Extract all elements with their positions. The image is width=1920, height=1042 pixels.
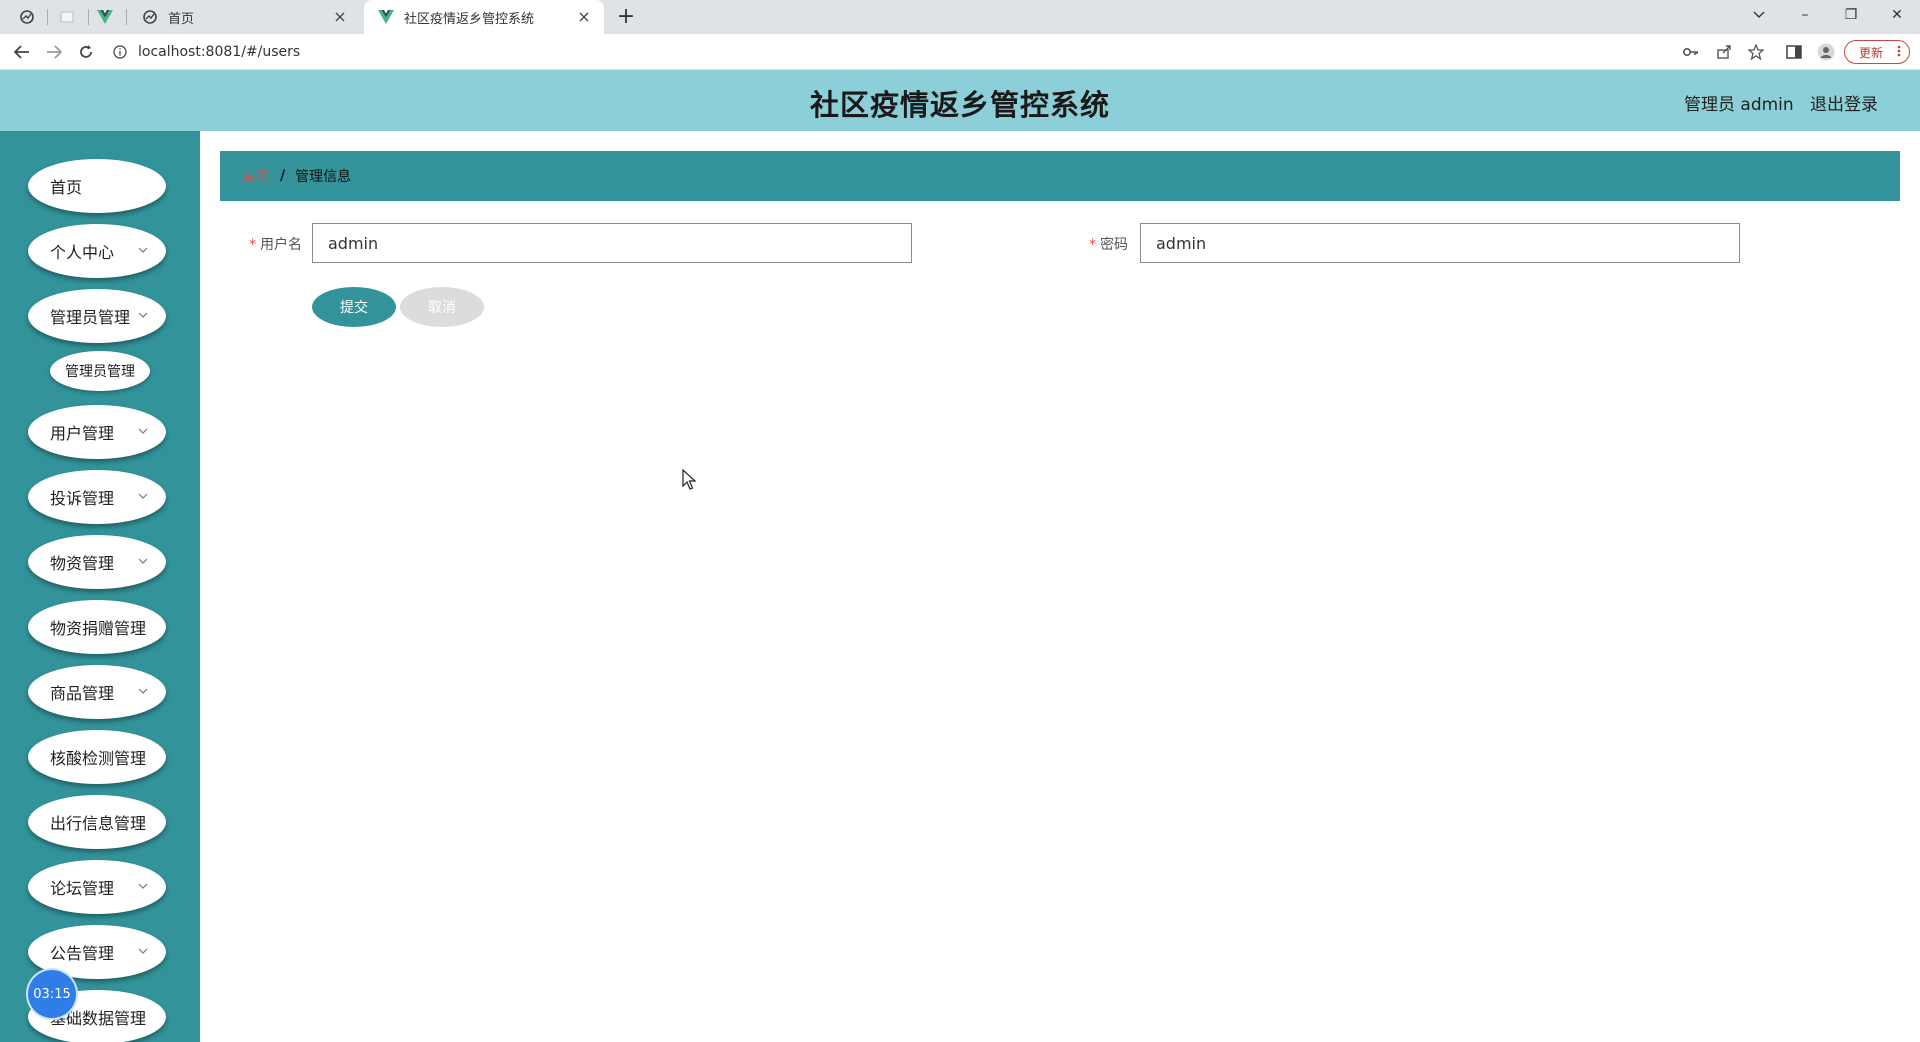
chevron-down-icon xyxy=(136,554,150,568)
sidebar-item-nucleic-test-management[interactable]: 核酸检测管理 xyxy=(28,730,166,784)
chevron-down-icon xyxy=(136,243,150,257)
mouse-cursor-icon xyxy=(682,469,697,490)
tab-divider xyxy=(88,9,89,25)
sidebar-item-supplies-management[interactable]: 物资管理 xyxy=(28,535,166,589)
browser-toolbar: localhost:8081/#/users 更新 xyxy=(0,34,1920,70)
vue-icon xyxy=(378,9,394,25)
sidebar-item-personal-center[interactable]: 个人中心 xyxy=(28,224,166,278)
sidebar-item-label: 物资管理 xyxy=(50,554,115,573)
key-icon[interactable] xyxy=(1680,42,1702,62)
tab-search-chevron-icon[interactable] xyxy=(1736,0,1782,30)
back-arrow-icon[interactable] xyxy=(8,39,36,65)
logout-link[interactable]: 退出登录 xyxy=(1810,90,1878,115)
tab-divider xyxy=(47,9,48,25)
sidebar-item-travel-info-management[interactable]: 出行信息管理 xyxy=(28,795,166,849)
breadcrumb-separator: / xyxy=(280,168,286,184)
tab-divider xyxy=(126,9,127,25)
required-marker: * xyxy=(1089,237,1096,253)
chevron-down-icon xyxy=(136,489,150,503)
close-tab-icon[interactable]: × xyxy=(576,9,592,25)
reload-icon[interactable] xyxy=(72,39,100,65)
side-panel-icon[interactable] xyxy=(1783,42,1805,62)
profile-avatar-icon[interactable] xyxy=(1815,42,1837,62)
sidebar-item-label: 商品管理 xyxy=(50,684,115,703)
site-info-icon[interactable] xyxy=(110,42,130,62)
password-value: admin xyxy=(1156,233,1207,253)
sidebar-item-label: 核酸检测管理 xyxy=(50,749,147,768)
new-tab-button[interactable]: + xyxy=(612,4,640,30)
share-icon[interactable] xyxy=(1713,42,1735,62)
sidebar-item-donation-management[interactable]: 物资捐赠管理 xyxy=(28,600,166,654)
timer-badge: 03:15 xyxy=(28,970,76,1018)
more-menu-icon xyxy=(1897,45,1901,60)
url-text: localhost:8081/#/users xyxy=(138,44,301,60)
sidebar-item-label: 物资捐赠管理 xyxy=(50,619,147,638)
sidebar-item-label: 公告管理 xyxy=(50,944,115,963)
breadcrumb: 首页 / 管理信息 xyxy=(220,151,1900,201)
chevron-down-icon xyxy=(136,684,150,698)
tab-app[interactable]: 社区疫情返乡管控系统 × xyxy=(364,0,604,34)
chevron-down-icon xyxy=(136,944,150,958)
tab-title: 社区疫情返乡管控系统 xyxy=(404,11,535,27)
sidebar-item-home[interactable]: 首页 xyxy=(28,159,166,213)
sidebar-item-complaint-management[interactable]: 投诉管理 xyxy=(28,470,166,524)
globe-icon xyxy=(142,9,158,25)
sidebar-item-goods-management[interactable]: 商品管理 xyxy=(28,665,166,719)
update-label: 更新 xyxy=(1859,45,1884,60)
breadcrumb-current: 管理信息 xyxy=(295,169,352,185)
sidebar-item-admin-management[interactable]: 管理员管理 xyxy=(28,289,166,343)
app-title: 社区疫情返乡管控系统 xyxy=(809,88,1110,122)
admin-user-label: 管理员 admin xyxy=(1684,95,1794,115)
restore-button[interactable]: ❐ xyxy=(1828,0,1874,30)
cancel-button[interactable]: 取消 xyxy=(400,287,484,327)
forward-arrow-icon[interactable] xyxy=(40,39,68,65)
pinned-tab-vue-icon[interactable] xyxy=(92,6,118,28)
minimize-button[interactable]: – xyxy=(1782,0,1828,30)
username-value: admin xyxy=(328,233,379,253)
sidebar-menu: 首页 个人中心 管理员管理 管理员管理 用户管理 投诉管理 物资管理 物资捐赠管… xyxy=(0,131,200,1042)
sidebar-item-label: 管理员管理 xyxy=(50,308,131,327)
submit-button[interactable]: 提交 xyxy=(312,287,396,327)
app-header: 社区疫情返乡管控系统 管理员 admin 退出登录 xyxy=(0,70,1920,131)
sidebar-item-label: 出行信息管理 xyxy=(50,814,147,833)
browser-tabstrip: 首页 × 社区疫情返乡管控系统 × + – ❐ ✕ xyxy=(0,0,1920,34)
bookmark-star-icon[interactable] xyxy=(1745,42,1767,62)
submenu-item-admin-management[interactable]: 管理员管理 xyxy=(50,351,150,391)
password-label: * 密码 xyxy=(1086,234,1128,254)
chevron-down-icon xyxy=(136,308,150,322)
password-label-text: 密码 xyxy=(1100,237,1128,253)
sidebar-item-user-management[interactable]: 用户管理 xyxy=(28,405,166,459)
address-bar[interactable]: localhost:8081/#/users xyxy=(110,38,1910,66)
breadcrumb-home-link[interactable]: 首页 xyxy=(242,166,270,186)
pinned-tab-globe-icon[interactable] xyxy=(14,6,40,28)
sidebar-item-label: 论坛管理 xyxy=(50,879,115,898)
username-input[interactable]: admin xyxy=(312,223,912,263)
chevron-down-icon xyxy=(136,879,150,893)
sidebar-item-forum-management[interactable]: 论坛管理 xyxy=(28,860,166,914)
close-window-button[interactable]: ✕ xyxy=(1874,0,1920,30)
sidebar-item-label: 用户管理 xyxy=(50,424,115,443)
pinned-tab-blank-icon[interactable] xyxy=(54,6,80,28)
chevron-down-icon xyxy=(136,424,150,438)
tab-title: 首页 xyxy=(168,11,195,27)
update-button[interactable]: 更新 xyxy=(1844,40,1910,64)
username-label-text: 用户名 xyxy=(260,237,302,253)
close-tab-icon[interactable]: × xyxy=(332,9,348,25)
sidebar-item-label: 个人中心 xyxy=(50,243,115,262)
sidebar-item-label: 首页 xyxy=(50,178,83,197)
username-label: * 用户名 xyxy=(246,234,302,254)
password-input[interactable]: admin xyxy=(1140,223,1740,263)
tab-home[interactable]: 首页 × xyxy=(128,0,360,34)
sidebar-item-label: 投诉管理 xyxy=(50,489,115,508)
required-marker: * xyxy=(249,237,256,253)
